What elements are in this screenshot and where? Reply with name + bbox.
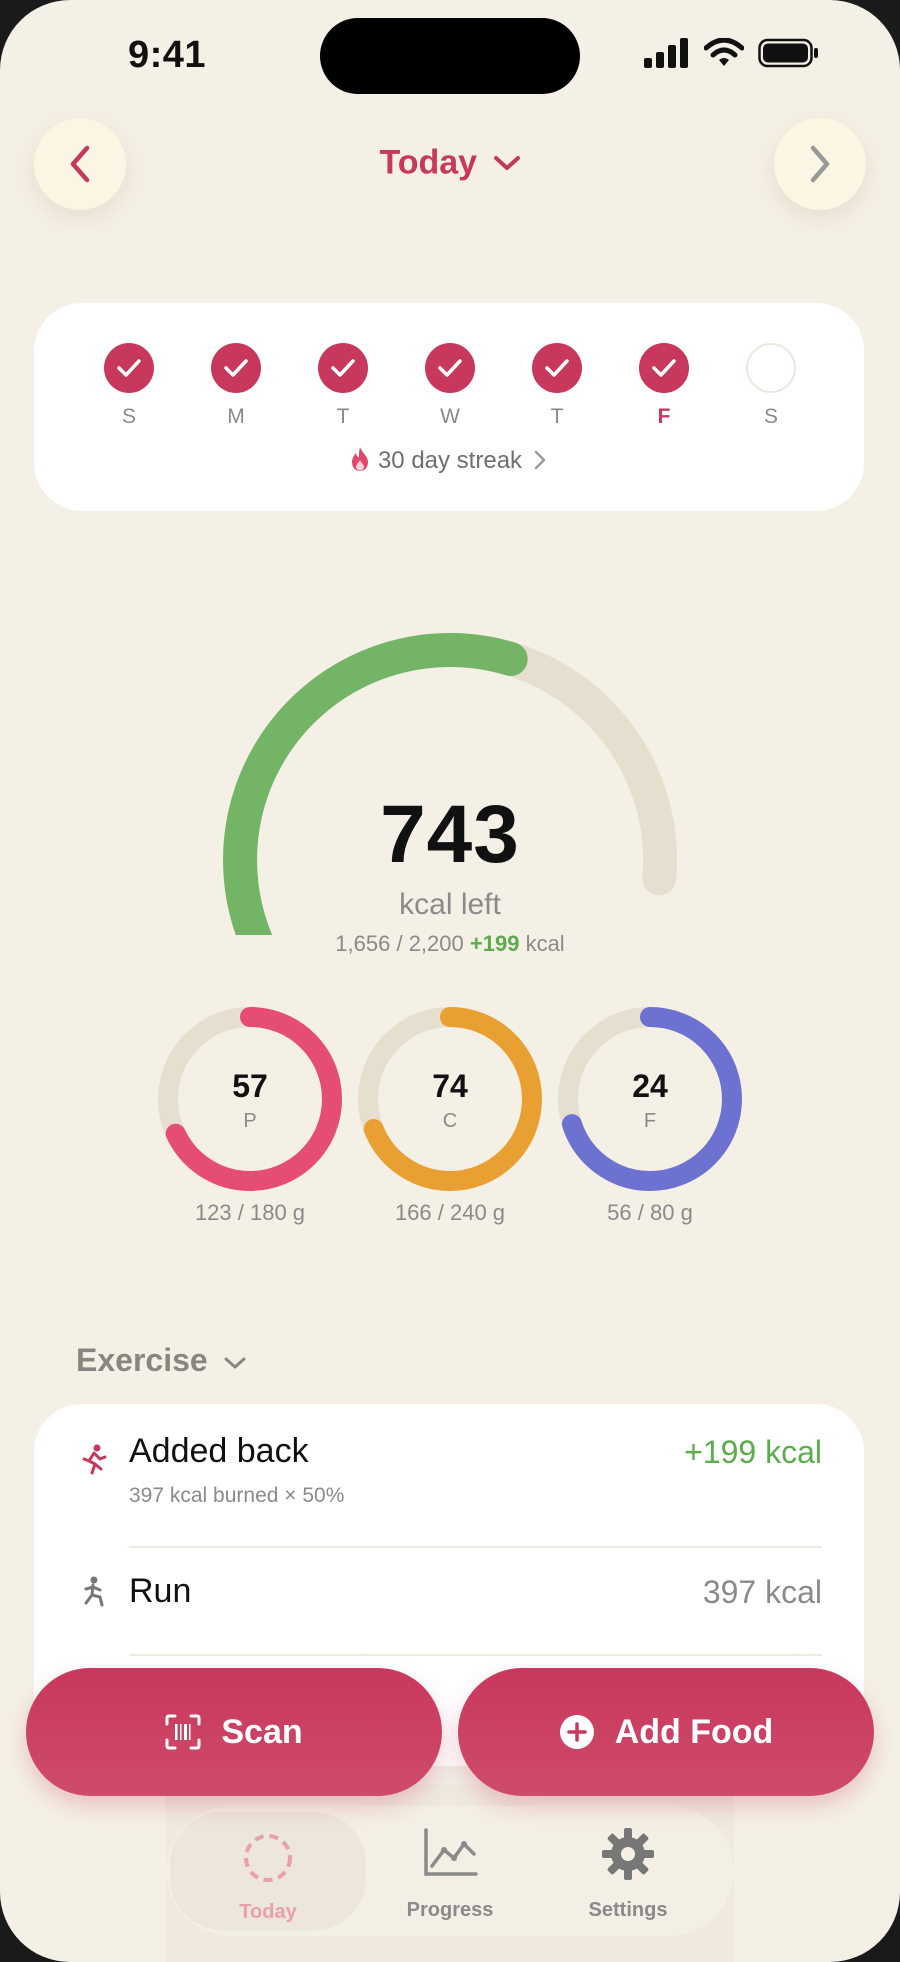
streak-text: 30 day streak	[377, 447, 523, 474]
streak-day: S	[103, 343, 155, 429]
date-selector[interactable]: Today	[0, 142, 900, 183]
check-icon	[639, 343, 689, 393]
carbs-grams: 166 / 240 g	[394, 1200, 506, 1225]
wifi-icon	[704, 38, 744, 66]
stretching-icon	[84, 1576, 104, 1607]
chevron-right-icon	[810, 145, 830, 183]
run-row[interactable]: Run 397 kcal	[34, 1548, 864, 1658]
calories-consumed: 1,656 / 2,200 +199 kcal	[0, 931, 900, 957]
added-back-title: Added back	[129, 1432, 309, 1470]
protein-ring[interactable]: 57 P	[155, 1004, 345, 1194]
streak-day-label: T	[550, 405, 564, 428]
barcode-scan-icon	[165, 1714, 201, 1750]
streak-card[interactable]: S M T W T F S 30 day streak	[34, 303, 864, 511]
scan-button[interactable]: Scan	[26, 1668, 442, 1796]
streak-day: M	[210, 343, 262, 429]
gear-icon	[602, 1828, 654, 1880]
streak-day-today: F	[638, 343, 690, 429]
tab-progress[interactable]: Progress	[375, 1824, 525, 1928]
streak-day-label: W	[440, 405, 460, 428]
check-icon	[318, 343, 368, 393]
flame-icon	[351, 447, 368, 471]
run-value: 397 kcal	[702, 1574, 822, 1610]
tab-bar: Today Progress Settings	[166, 1806, 734, 1936]
chevron-right-small-icon	[534, 450, 546, 470]
run-title: Run	[129, 1572, 192, 1610]
check-icon	[425, 343, 475, 393]
tab-today-label: Today	[239, 1901, 297, 1923]
chevron-down-icon	[493, 156, 520, 171]
dynamic-island	[320, 18, 580, 94]
streak-day: T	[317, 343, 369, 429]
carbs-label: C	[442, 1110, 458, 1132]
check-icon	[211, 343, 261, 393]
status-time: 9:41	[128, 34, 207, 76]
cellular-signal-icon	[644, 38, 688, 68]
carbs-value: 74	[432, 1068, 468, 1104]
scan-button-label: Scan	[221, 1712, 303, 1751]
fat-ring[interactable]: 24 F	[555, 1004, 745, 1194]
fat-grams: 56 / 80 g	[607, 1200, 693, 1225]
exercise-section-label: Exercise	[76, 1342, 208, 1378]
calories-left-label: kcal left	[399, 888, 501, 921]
streak-link[interactable]: 30 day streak	[34, 446, 864, 475]
phone-screen: 9:41 Today S M T W T F S 30 day streak 7…	[0, 0, 900, 1962]
streak-day-label: S	[763, 405, 778, 428]
tab-settings[interactable]: Settings	[553, 1824, 703, 1928]
add-food-button-label: Add Food	[614, 1712, 774, 1751]
dashed-circle-icon	[244, 1834, 292, 1882]
protein-grams: 123 / 180 g	[194, 1200, 306, 1225]
empty-circle-icon	[746, 343, 796, 393]
calories-unit: kcal	[525, 931, 565, 956]
calories-left-value: 743	[380, 789, 520, 880]
added-back-value: +199 kcal	[684, 1434, 822, 1470]
divider	[129, 1654, 822, 1656]
streak-day-label: M	[227, 405, 245, 428]
exercise-section-toggle[interactable]: Exercise	[76, 1342, 247, 1379]
line-chart-icon	[424, 1828, 478, 1876]
plus-circle-icon	[559, 1715, 594, 1749]
protein-value: 57	[232, 1068, 268, 1104]
battery-icon	[758, 38, 818, 68]
added-back-row[interactable]: Added back 397 kcal burned × 50% +199 kc…	[34, 1404, 864, 1546]
status-bar: 9:41	[0, 0, 900, 110]
calories-bonus: +199	[469, 931, 520, 956]
streak-day: S	[745, 343, 797, 429]
page-title: Today	[379, 143, 478, 182]
add-food-button[interactable]: Add Food	[458, 1668, 874, 1796]
streak-day-label: T	[336, 405, 350, 428]
tab-progress-label: Progress	[406, 1899, 494, 1921]
streak-day: W	[424, 343, 476, 429]
carbs-ring[interactable]: 74 C	[355, 1004, 545, 1194]
fat-label: F	[643, 1110, 657, 1132]
protein-label: P	[243, 1110, 257, 1132]
check-icon	[104, 343, 154, 393]
check-icon	[532, 343, 582, 393]
tab-today[interactable]: Today	[170, 1812, 366, 1930]
calories-consumed-value: 1,656 / 2,200	[335, 931, 464, 956]
tab-settings-label: Settings	[588, 1899, 668, 1921]
streak-day: T	[531, 343, 583, 429]
fat-value: 24	[632, 1068, 668, 1104]
chevron-down-icon	[224, 1357, 246, 1369]
running-icon	[82, 1444, 107, 1475]
calorie-gauge	[223, 633, 677, 935]
streak-day-label: S	[121, 405, 136, 428]
added-back-sub: 397 kcal burned × 50%	[129, 1484, 345, 1507]
next-day-button[interactable]	[774, 118, 866, 210]
status-icons	[644, 38, 820, 68]
streak-day-label: F	[657, 405, 671, 428]
